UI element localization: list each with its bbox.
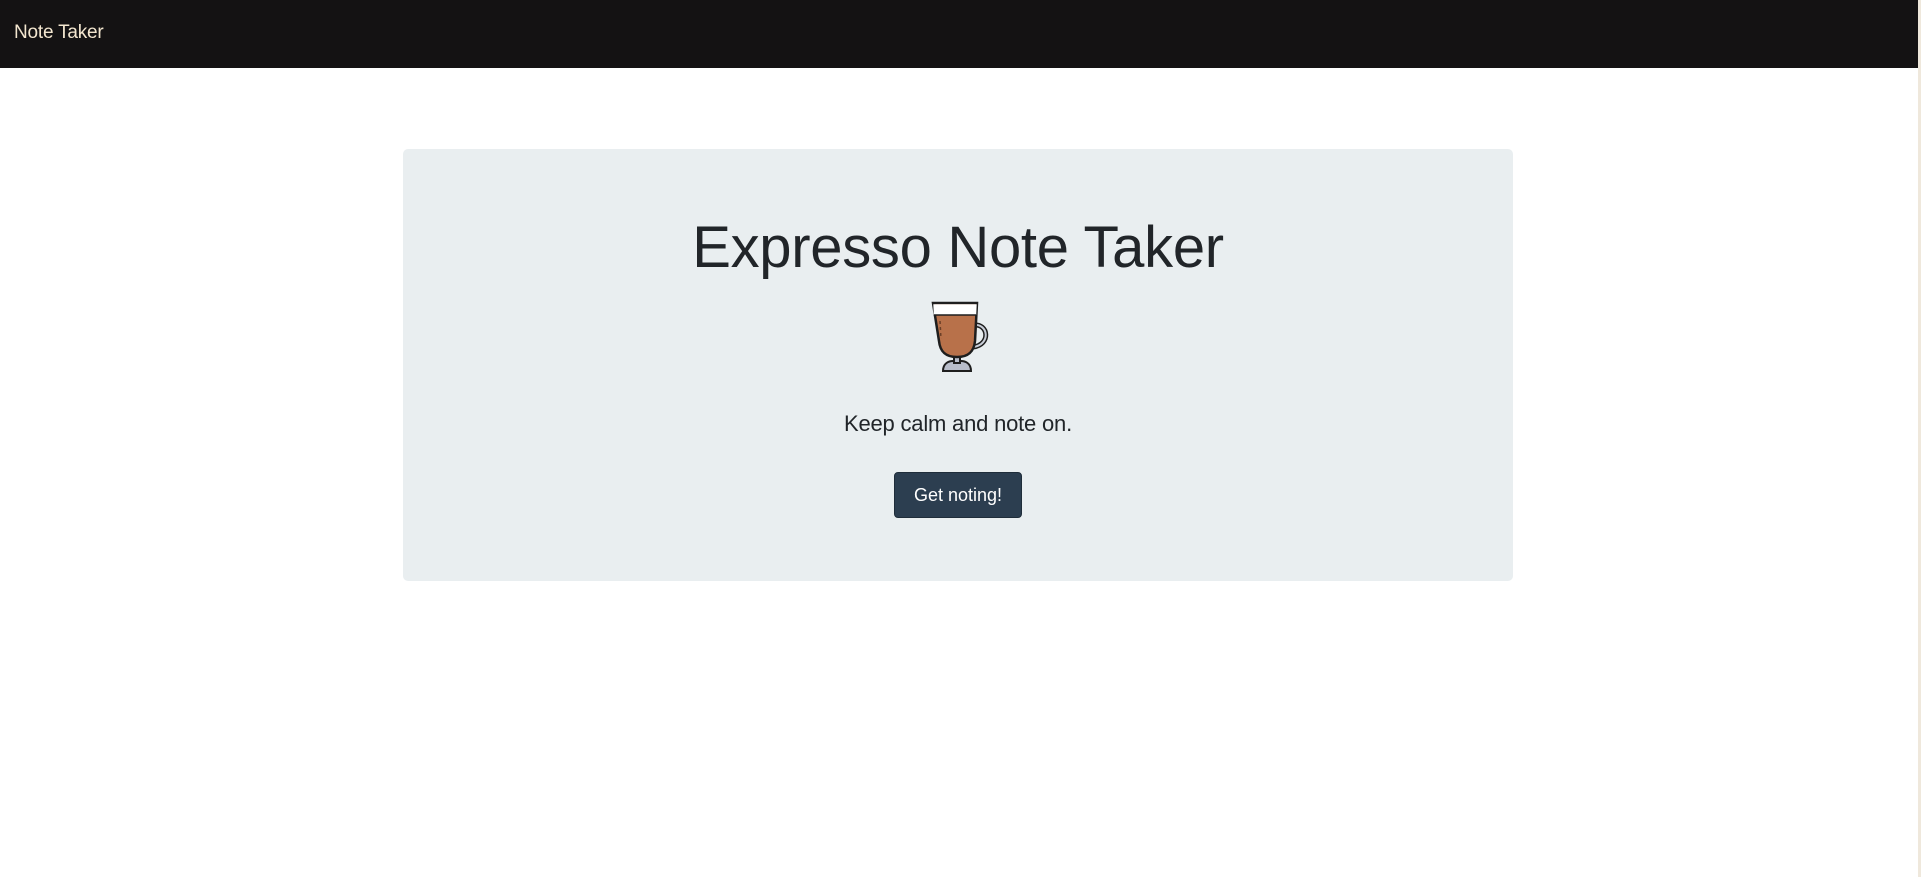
hero-tagline: Keep calm and note on. xyxy=(844,411,1072,436)
hero-jumbotron: Expresso Note Taker Keep calm and note o… xyxy=(403,149,1513,581)
coffee-cup-icon xyxy=(931,301,989,372)
get-noting-button[interactable]: Get noting! xyxy=(894,472,1022,518)
top-navbar: Note Taker xyxy=(0,0,1921,68)
navbar-brand-link[interactable]: Note Taker xyxy=(14,21,104,45)
hero-title: Expresso Note Taker xyxy=(692,215,1224,280)
page: Note Taker Expresso Note Taker Keep calm… xyxy=(0,0,1921,877)
